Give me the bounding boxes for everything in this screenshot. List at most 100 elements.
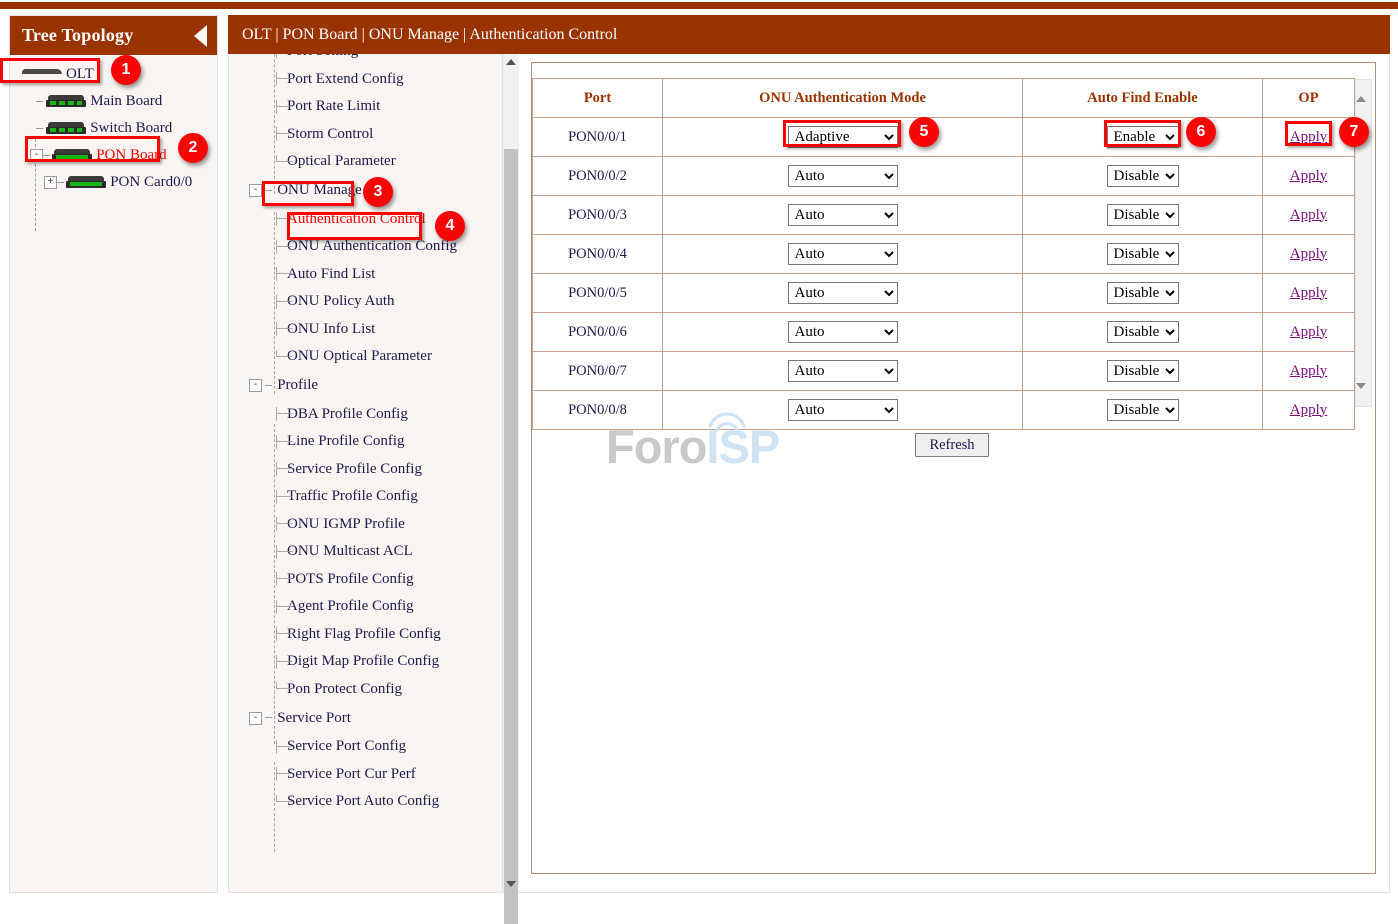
collapse-panel-icon[interactable] [194,25,207,47]
tree-connector-icon: └── [273,795,292,809]
row2-auto-find-select[interactable]: Disable [1107,165,1179,187]
wifi-signal-icon [706,410,748,436]
menu-item-label: DBA Profile Config [287,406,408,423]
menu-item-agent-profile-config[interactable]: ├── Agent Profile Config [229,593,501,621]
cell-port: PON0/0/1 [533,118,663,157]
menu-item-traffic-profile-config[interactable]: ├── Traffic Profile Config [229,483,501,511]
tree-node-label: Main Board [90,93,162,110]
tree-connector-icon: ├── [273,127,292,141]
menu-item-onu-optical-parameter[interactable]: └── ONU Optical Parameter [229,343,501,371]
row8-auto-find-select[interactable]: Disable [1107,399,1179,421]
menu-scrollbar-down-arrow[interactable] [503,876,519,892]
row6-mode-select[interactable]: Auto [788,321,898,343]
expander-toggle-profile[interactable]: - [249,379,262,392]
menu-item-onu-info-list[interactable]: ├── ONU Info List [229,316,501,344]
menu-item-storm-control[interactable]: ├── Storm Control [229,121,501,149]
menu-item-onu-igmp-profile[interactable]: ├── ONU IGMP Profile [229,511,501,539]
expander-toggle-pon-card[interactable]: + [44,176,57,189]
annotation-badge-5: 5 [909,117,939,147]
row7-mode-select[interactable]: Auto [788,360,898,382]
menu-item-line-profile-config[interactable]: ├── Line Profile Config [229,428,501,456]
row5-mode-select[interactable]: Auto [788,282,898,304]
table-row: PON0/0/7 Auto Disable Apply [533,352,1355,391]
cell-op: Apply [1263,352,1355,391]
row4-auto-find-select[interactable]: Disable [1107,243,1179,265]
menu-item-port-setting[interactable]: ├── Port Setting [229,54,501,66]
menu-item-label: ONU Authentication Config [287,238,457,255]
cell-auth-mode: Auto [663,157,1023,196]
cell-auto-find: Disable [1023,196,1263,235]
cell-op: Apply [1263,196,1355,235]
menu-scrollbar[interactable] [502,54,519,892]
row7-auto-find-select[interactable]: Disable [1107,360,1179,382]
tree-connector-icon: ─ [265,711,272,725]
annotation-box-authentication-control [287,212,422,240]
menu-item-onu-policy-auth[interactable]: ├── ONU Policy Auth [229,288,501,316]
menu-item-onu-multicast-acl[interactable]: ├── ONU Multicast ACL [229,538,501,566]
menu-scrollbar-thumb[interactable] [504,149,518,924]
menu-item-pon-protect-config[interactable]: └── Pon Protect Config [229,676,501,704]
menu-item-label: Port Setting [287,54,358,60]
row6-auto-find-select[interactable]: Disable [1107,321,1179,343]
tree-topology-title: Tree Topology [22,25,133,46]
menu-item-label: Service Port Config [287,738,406,755]
menu-item-dba-profile-config[interactable]: ├── DBA Profile Config [229,401,501,429]
menu-item-digit-map-profile-config[interactable]: ├── Digit Map Profile Config [229,648,501,676]
annotation-badge-2: 2 [178,133,208,163]
authentication-control-table: Port ONU Authentication Mode Auto Find E… [532,78,1355,430]
row3-auto-find-select[interactable]: Disable [1107,204,1179,226]
cell-auth-mode: Auto [663,313,1023,352]
row5-apply-link[interactable]: Apply [1290,285,1328,301]
tree-connector-icon: ├── [273,545,292,559]
menu-item-optical-parameter[interactable]: └── Optical Parameter [229,148,501,176]
table-scrollbar-down-arrow[interactable] [1356,389,1371,406]
menu-item-service-port-config[interactable]: ├── Service Port Config [229,733,501,761]
menu-item-label: Service Port Auto Config [287,793,439,810]
board-device-icon [46,95,86,108]
menu-item-label: ONU Optical Parameter [287,348,432,365]
tree-connector-icon: ├── [273,72,292,86]
row4-mode-select[interactable]: Auto [788,243,898,265]
cell-op: Apply [1263,274,1355,313]
row2-mode-select[interactable]: Auto [788,165,898,187]
expander-toggle-onu-manage[interactable]: - [249,184,262,197]
row3-mode-select[interactable]: Auto [788,204,898,226]
tree-connector-icon: ├── [273,100,292,114]
row5-auto-find-select[interactable]: Disable [1107,282,1179,304]
table-scrollbar-up-arrow[interactable] [1356,80,1371,97]
row2-apply-link[interactable]: Apply [1290,168,1328,184]
tree-connector-icon: ─ [265,379,272,393]
table-row: PON0/0/1 Adaptive Enable Apply [533,118,1355,157]
menu-group-label: Service Port [277,710,351,727]
table-row: PON0/0/3 Auto Disable Apply [533,196,1355,235]
menu-item-pots-profile-config[interactable]: ├── POTS Profile Config [229,566,501,594]
menu-item-label: Line Profile Config [287,433,404,450]
menu-item-label: Port Extend Config [287,71,404,88]
menu-item-label: POTS Profile Config [287,571,414,588]
row6-apply-link[interactable]: Apply [1290,324,1328,340]
menu-item-service-port-auto-config[interactable]: └── Service Port Auto Config [229,788,501,816]
cell-auto-find: Disable [1023,235,1263,274]
menu-scrollbar-up-arrow[interactable] [503,54,519,70]
expander-toggle-service-port[interactable]: - [249,712,262,725]
tree-node-main-board[interactable]: ─ Main Board [10,88,217,115]
menu-item-service-profile-config[interactable]: ├── Service Profile Config [229,456,501,484]
row4-apply-link[interactable]: Apply [1290,246,1328,262]
column-header-port: Port [533,79,663,118]
menu-item-service-port-cur-perf[interactable]: ├── Service Port Cur Perf [229,761,501,789]
tree-connector-icon: ├── [273,600,292,614]
tree-connector-icon: ├── [273,54,292,59]
menu-item-right-flag-profile-config[interactable]: ├── Right Flag Profile Config [229,621,501,649]
menu-item-port-extend-config[interactable]: ├── Port Extend Config [229,66,501,94]
row7-apply-link[interactable]: Apply [1290,363,1328,379]
table-header-row: Port ONU Authentication Mode Auto Find E… [533,79,1355,118]
menu-item-auto-find-list[interactable]: ├── Auto Find List [229,261,501,289]
tree-node-pon-card[interactable]: + ─ PON Card0/0 [10,169,217,196]
refresh-button[interactable]: Refresh [915,433,989,457]
menu-item-port-rate-limit[interactable]: ├── Port Rate Limit [229,93,501,121]
menu-group-profile[interactable]: - ─ Profile [229,371,501,401]
menu-group-service-port[interactable]: - ─ Service Port [229,703,501,733]
row3-apply-link[interactable]: Apply [1290,207,1328,223]
card-device-icon [66,176,106,189]
row8-apply-link[interactable]: Apply [1290,402,1328,418]
